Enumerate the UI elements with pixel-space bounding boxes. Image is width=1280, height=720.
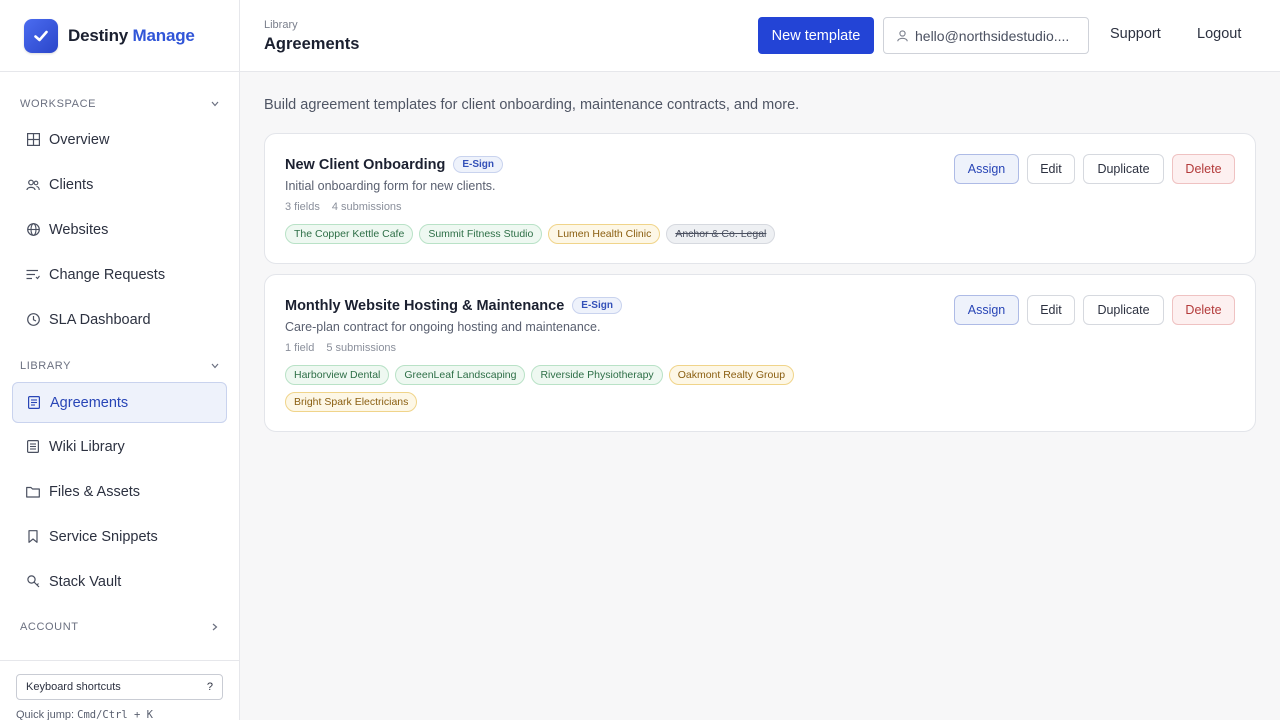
user-icon xyxy=(897,29,908,42)
book-icon xyxy=(26,440,40,454)
sidebar-item-label: Agreements xyxy=(50,394,129,411)
delete-button[interactable]: Delete xyxy=(1172,295,1235,325)
sidebar-item-change-requests[interactable]: Change Requests xyxy=(12,254,227,295)
brand-name-part1: Destiny xyxy=(68,25,129,45)
assign-button[interactable]: Assign xyxy=(954,295,1019,325)
esign-badge: E-Sign xyxy=(453,156,503,173)
client-chip[interactable]: GreenLeaf Landscaping xyxy=(395,365,526,385)
clock-icon xyxy=(26,313,40,327)
template-field-count: 1 field xyxy=(285,342,315,354)
template-title-row: Monthly Website Hosting & Maintenance E-S… xyxy=(285,297,622,314)
quick-jump-label: Quick jump: xyxy=(16,709,75,720)
assign-button[interactable]: Assign xyxy=(954,154,1019,184)
template-title[interactable]: Monthly Website Hosting & Maintenance xyxy=(285,298,564,314)
user-account-button[interactable]: hello@northsidestudio.... xyxy=(883,17,1089,54)
sidebar-item-label: Change Requests xyxy=(49,266,166,283)
sidebar-item-clients[interactable]: Clients xyxy=(12,164,227,205)
edit-button[interactable]: Edit xyxy=(1027,295,1075,325)
sidebar-item-wiki-library[interactable]: Wiki Library xyxy=(12,426,227,467)
logout-link[interactable]: Logout xyxy=(1197,26,1241,42)
template-title-row: New Client Onboarding E-Sign xyxy=(285,156,503,173)
template-actions: Assign Edit Duplicate Delete xyxy=(954,154,1235,184)
template-meta: 1 field 5 submissions xyxy=(285,342,396,354)
key-icon xyxy=(26,575,40,589)
edit-button[interactable]: Edit xyxy=(1027,154,1075,184)
sidebar-item-stack-vault[interactable]: Stack Vault xyxy=(12,561,227,602)
template-description: Initial onboarding form for new clients. xyxy=(285,179,496,193)
section-library-label: Library xyxy=(20,360,72,372)
section-workspace[interactable]: Workspace xyxy=(20,96,220,112)
sidebar-item-label: SLA Dashboard xyxy=(49,311,151,328)
sidebar-item-files-assets[interactable]: Files & Assets xyxy=(12,471,227,512)
client-chip[interactable]: Lumen Health Clinic xyxy=(548,224,661,244)
template-submission-count: 4 submissions xyxy=(331,201,402,213)
users-icon xyxy=(26,178,40,192)
esign-badge: E-Sign xyxy=(572,297,622,314)
grid-icon xyxy=(26,133,40,147)
sidebar-item-label: Service Snippets xyxy=(49,528,158,545)
page-title: Agreements xyxy=(264,35,360,53)
sidebar-item-label: Wiki Library xyxy=(49,438,125,455)
sidebar: Destiny Manage Workspace Overview Client… xyxy=(0,0,240,720)
brand[interactable]: Destiny Manage xyxy=(0,0,239,72)
quick-jump-keys: Cmd/Ctrl + K xyxy=(77,709,153,720)
chevron-down-icon xyxy=(210,99,220,109)
client-chip[interactable]: Bright Spark Electricians xyxy=(285,392,418,412)
folder-icon xyxy=(26,485,40,499)
sidebar-item-label: Websites xyxy=(49,221,109,238)
duplicate-button[interactable]: Duplicate xyxy=(1083,295,1164,325)
sidebar-item-service-snippets[interactable]: Service Snippets xyxy=(12,516,227,557)
keyboard-shortcuts-key: ? xyxy=(206,681,213,693)
delete-button[interactable]: Delete xyxy=(1172,154,1235,184)
globe-icon xyxy=(26,223,40,237)
client-chip[interactable]: Anchor & Co. Legal xyxy=(666,224,776,244)
duplicate-button[interactable]: Duplicate xyxy=(1083,154,1164,184)
sidebar-item-websites[interactable]: Websites xyxy=(12,209,227,250)
keyboard-shortcuts-label: Keyboard shortcuts xyxy=(26,681,121,693)
chevron-right-icon xyxy=(210,622,220,632)
client-chip[interactable]: Riverside Physiotherapy xyxy=(531,365,663,385)
brand-name: Destiny Manage xyxy=(68,26,195,46)
chevron-down-icon xyxy=(210,361,220,371)
sidebar-item-label: Files & Assets xyxy=(49,483,141,500)
user-email: hello@northsidestudio.... xyxy=(915,27,1070,44)
checkmark-logo-icon xyxy=(24,18,58,53)
assigned-clients: Harborview Dental GreenLeaf Landscaping … xyxy=(285,365,845,412)
client-chip[interactable]: The Copper Kettle Cafe xyxy=(285,224,414,244)
template-actions: Assign Edit Duplicate Delete xyxy=(954,295,1235,325)
client-chip[interactable]: Oakmont Realty Group xyxy=(668,365,795,385)
template-card: New Client Onboarding E-Sign Initial onbo… xyxy=(264,133,1256,264)
list-icon xyxy=(26,268,40,282)
template-card: Monthly Website Hosting & Maintenance E-S… xyxy=(264,274,1256,432)
keyboard-shortcuts-button[interactable]: Keyboard shortcuts ? xyxy=(16,674,223,700)
template-title[interactable]: New Client Onboarding xyxy=(285,157,445,173)
document-icon xyxy=(27,396,41,410)
sidebar-item-sla-dashboard[interactable]: SLA Dashboard xyxy=(12,299,227,340)
topbar: Library Agreements New template hello@no… xyxy=(240,0,1280,72)
template-field-count: 3 fields xyxy=(285,201,320,213)
assigned-clients: The Copper Kettle Cafe Summit Fitness St… xyxy=(285,224,845,244)
bookmark-icon xyxy=(26,530,40,544)
sidebar-footer: Keyboard shortcuts ? Quick jump: Cmd/Ctr… xyxy=(0,660,240,720)
client-chip[interactable]: Summit Fitness Studio xyxy=(419,224,543,244)
sidebar-item-label: Stack Vault xyxy=(49,573,122,590)
client-chip[interactable]: Harborview Dental xyxy=(285,365,390,385)
brand-name-part2: Manage xyxy=(132,25,195,45)
breadcrumb[interactable]: Library xyxy=(264,19,298,31)
section-account[interactable]: Account xyxy=(20,619,220,635)
sidebar-item-agreements[interactable]: Agreements xyxy=(12,382,227,423)
sidebar-item-label: Clients xyxy=(49,176,94,193)
sidebar-item-label: Overview xyxy=(49,131,110,148)
template-submission-count: 5 submissions xyxy=(326,342,397,354)
quick-jump-hint: Quick jump: Cmd/Ctrl + K xyxy=(16,709,153,720)
sidebar-item-overview[interactable]: Overview xyxy=(12,119,227,160)
template-description: Care-plan contract for ongoing hosting a… xyxy=(285,320,601,334)
section-account-label: Account xyxy=(20,621,79,633)
new-template-button[interactable]: New template xyxy=(758,17,874,54)
section-workspace-label: Workspace xyxy=(20,98,97,110)
template-meta: 3 fields 4 submissions xyxy=(285,201,402,213)
page-intro: Build agreement templates for client onb… xyxy=(264,97,800,113)
support-link[interactable]: Support xyxy=(1110,26,1161,42)
section-library[interactable]: Library xyxy=(20,358,220,374)
